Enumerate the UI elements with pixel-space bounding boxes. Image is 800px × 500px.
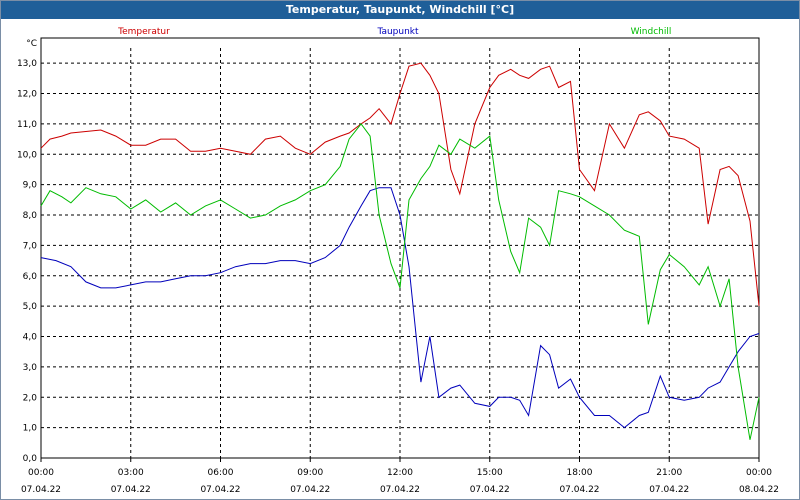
y-tick-label: 7,0 — [23, 241, 38, 251]
y-tick-label: 2,0 — [23, 393, 38, 403]
axes: 0,0 1,0 2,0 3,0 4,0 5,0 6,0 7,0 8,0 9,0 10,0 11,0 12… — [17, 37, 779, 495]
chart-window: Temperatur, Taupunkt, Windchill [°C] 0,0… — [0, 0, 800, 500]
x-tick-time: 06:00 — [208, 468, 234, 478]
x-tick-date: 07.04.22 — [649, 485, 689, 495]
y-tick-label: 0,0 — [23, 454, 38, 464]
x-tick-date: 07.04.22 — [111, 485, 151, 495]
x-tick-date: 07.04.22 — [21, 485, 61, 495]
x-tick-time: 00:00 — [746, 468, 772, 478]
y-tick-label: 3,0 — [23, 363, 38, 373]
grid — [41, 48, 759, 458]
y-tick-label: 10,0 — [17, 150, 37, 160]
y-tick-label: 6,0 — [23, 272, 38, 282]
y-axis-label: °C — [26, 39, 37, 49]
series-line-temperatur — [40, 62, 760, 307]
y-tick-label: 5,0 — [23, 302, 38, 312]
x-tick-date: 07.04.22 — [200, 485, 240, 495]
x-tick-time: 09:00 — [297, 468, 323, 478]
x-tick-date: 08.04.22 — [739, 485, 779, 495]
y-tick-label: 4,0 — [23, 333, 38, 343]
x-tick-time: 21:00 — [656, 468, 682, 478]
series-lines — [40, 62, 760, 440]
legend-temperatur: Temperatur — [117, 27, 170, 37]
x-tick-date: 07.04.22 — [380, 485, 420, 495]
x-tick-time: 03:00 — [118, 468, 144, 478]
y-tick-label: 13,0 — [17, 59, 37, 69]
x-tick-date: 07.04.22 — [470, 485, 510, 495]
x-tick-date: 07.04.22 — [290, 485, 330, 495]
x-tick-time: 12:00 — [387, 468, 413, 478]
x-tick-date: 07.04.22 — [559, 485, 599, 495]
x-tick-time: 00:00 — [28, 468, 54, 478]
legend: Temperatur Taupunkt Windchill — [117, 27, 671, 37]
x-tick-time: 18:00 — [567, 468, 593, 478]
y-tick-label: 11,0 — [17, 120, 37, 130]
y-tick-label: 12,0 — [17, 90, 37, 100]
y-tick-label: 9,0 — [23, 181, 38, 191]
y-tick-label: 8,0 — [23, 211, 38, 221]
y-tick-label: 1,0 — [23, 424, 38, 434]
legend-taupunkt: Taupunkt — [376, 27, 419, 37]
legend-windchill: Windchill — [631, 27, 672, 37]
x-tick-time: 15:00 — [477, 468, 503, 478]
line-chart: 0,0 1,0 2,0 3,0 4,0 5,0 6,0 7,0 8,0 9,0 10,0 11,0 12… — [17, 27, 779, 495]
